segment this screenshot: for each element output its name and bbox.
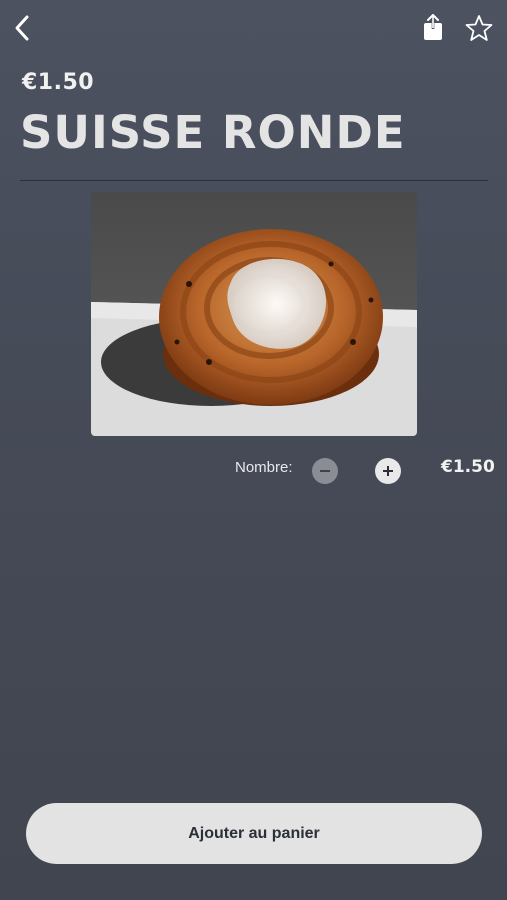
- share-button[interactable]: [418, 10, 448, 46]
- add-to-cart-button[interactable]: Ajouter au panier: [26, 803, 482, 864]
- share-icon: [424, 14, 442, 40]
- favorite-button[interactable]: [462, 10, 496, 46]
- product-title: SUISSE RONDE: [20, 106, 406, 159]
- pastry-illustration: [91, 192, 417, 436]
- top-bar: [0, 0, 507, 56]
- quantity-total-price: €1.50: [441, 457, 495, 477]
- quantity-label: Nombre:: [235, 459, 293, 476]
- minus-icon: [320, 470, 330, 472]
- plus-icon: [383, 466, 393, 476]
- product-image: [91, 192, 417, 436]
- chevron-left-icon: [15, 15, 29, 41]
- quantity-increase-button[interactable]: [375, 458, 401, 484]
- add-to-cart-label: Ajouter au panier: [188, 824, 320, 842]
- star-outline-icon: [465, 15, 493, 41]
- divider: [20, 180, 488, 181]
- quantity-decrease-button[interactable]: [312, 458, 338, 484]
- product-price: €1.50: [22, 70, 95, 95]
- back-button[interactable]: [6, 10, 38, 46]
